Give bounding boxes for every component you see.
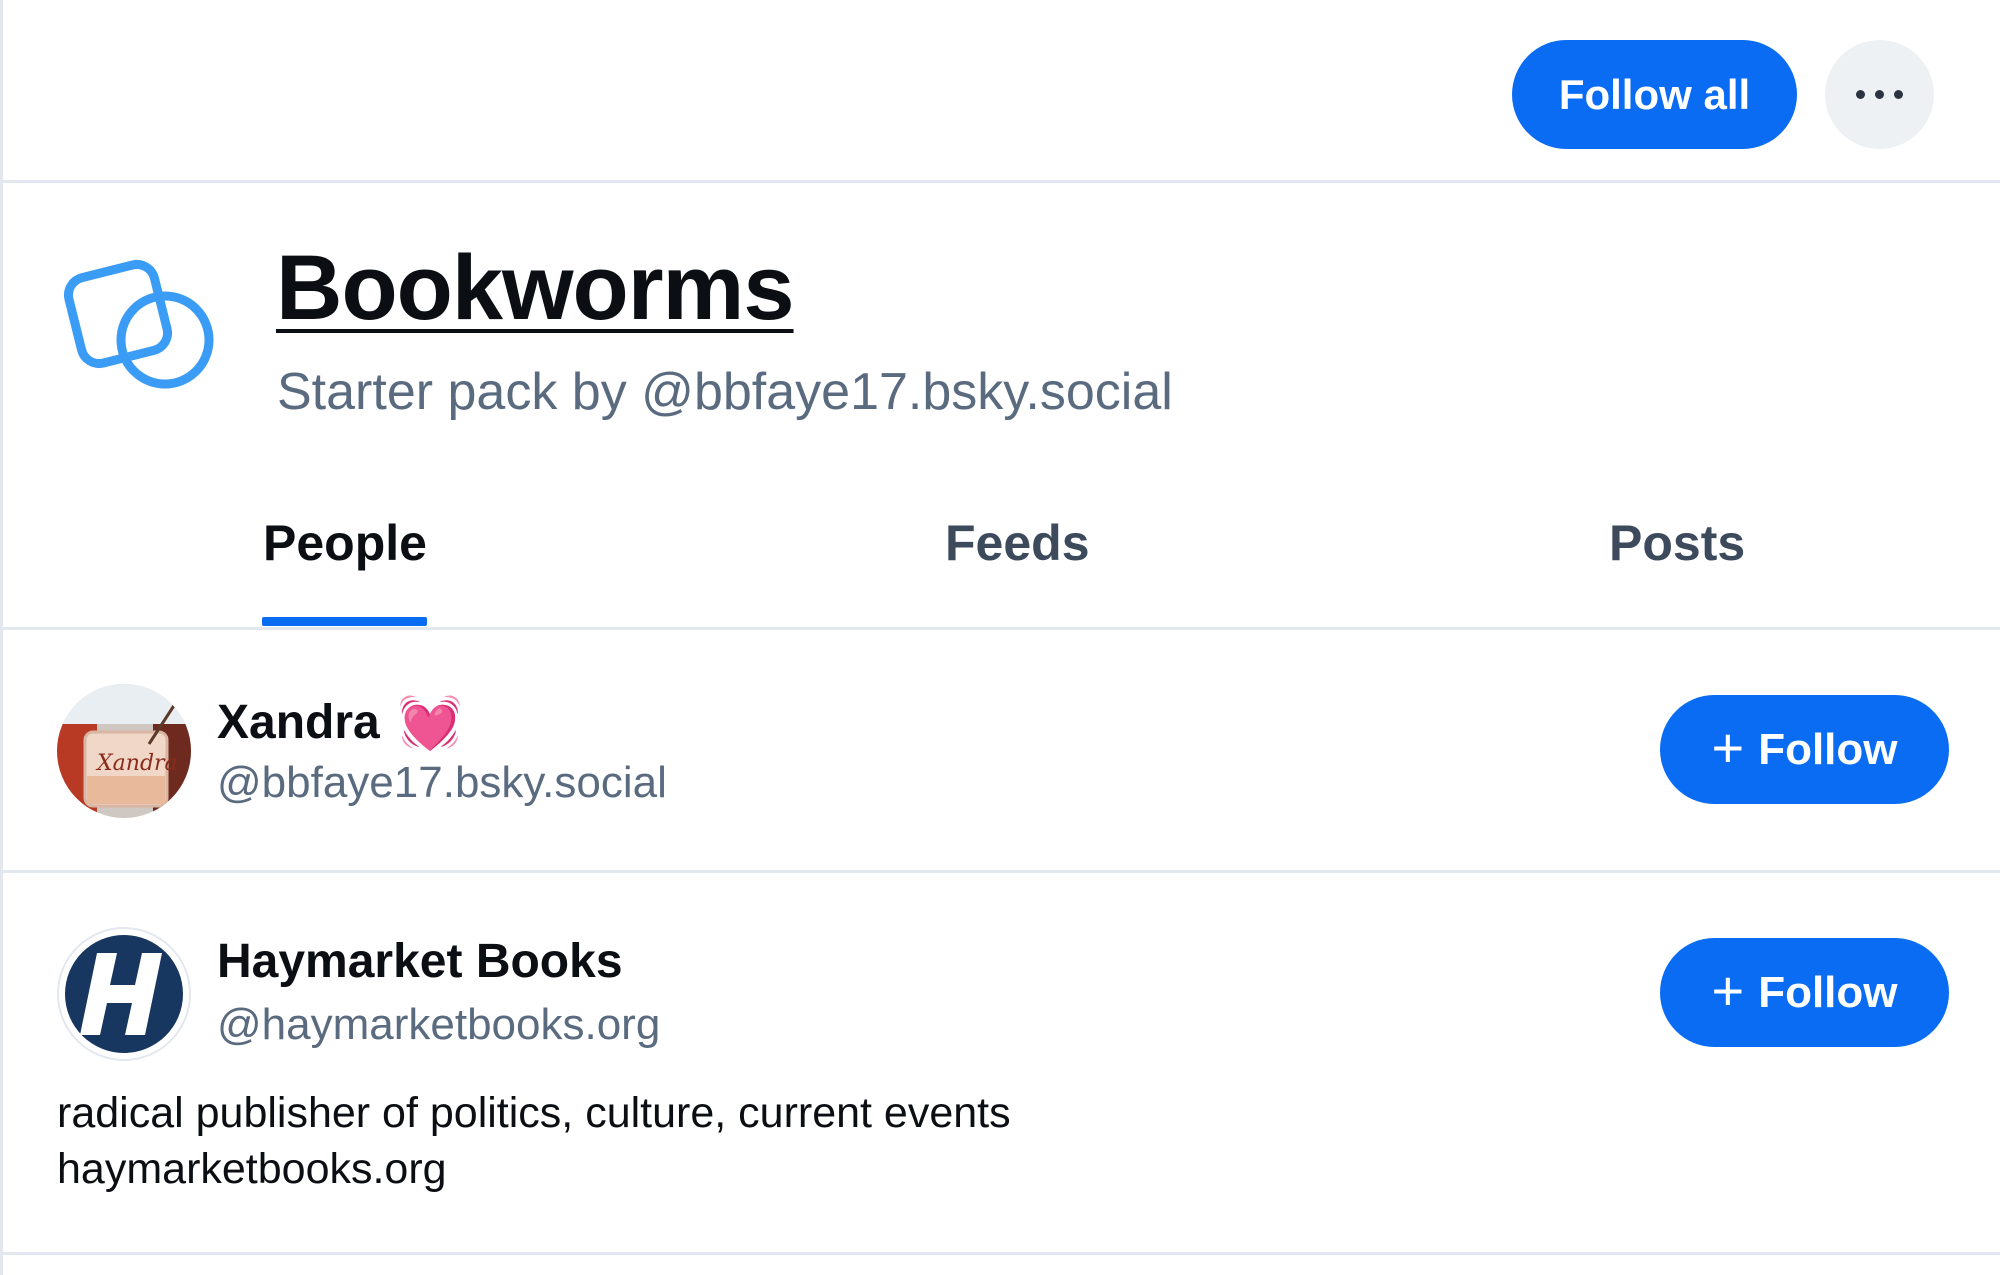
tab-people[interactable]: People xyxy=(263,514,427,572)
row-divider xyxy=(3,1252,2000,1255)
header-divider xyxy=(3,180,2000,183)
person-name-text: Haymarket Books xyxy=(217,935,623,988)
more-options-button[interactable] xyxy=(1825,40,1934,149)
left-border xyxy=(0,0,3,1275)
tabs-divider xyxy=(3,627,2000,630)
candle-photo-avatar: Xandra xyxy=(57,684,191,818)
heart-emoji-icon: 💓 xyxy=(397,694,463,752)
pack-title[interactable]: Bookworms xyxy=(276,236,795,341)
ellipsis-icon xyxy=(1851,90,1908,99)
person-handle: @haymarketbooks.org xyxy=(217,1000,661,1049)
haymarket-logo-avatar xyxy=(59,929,189,1059)
plus-icon: + xyxy=(1711,958,1745,1022)
person-name[interactable]: Xandra 💓 xyxy=(217,692,462,753)
person-handle: @bbfaye17.bsky.social xyxy=(217,758,667,807)
follow-button-xandra[interactable]: + Follow xyxy=(1660,695,1949,804)
person-name[interactable]: Haymarket Books xyxy=(217,934,623,989)
avatar-haymarket-books[interactable] xyxy=(57,927,191,1061)
starter-pack-icon xyxy=(63,259,214,389)
follow-button-haymarket-books[interactable]: + Follow xyxy=(1660,938,1949,1047)
person-bio: radical publisher of politics, culture, … xyxy=(57,1085,1011,1197)
svg-text:Xandra: Xandra xyxy=(95,751,178,776)
pack-subtitle: Starter pack by @bbfaye17.bsky.social xyxy=(277,363,1173,421)
tab-posts[interactable]: Posts xyxy=(1609,514,1745,572)
bio-line: radical publisher of politics, culture, … xyxy=(57,1089,1011,1137)
follow-label: Follow xyxy=(1758,724,1898,774)
plus-icon: + xyxy=(1711,715,1745,779)
tab-feeds[interactable]: Feeds xyxy=(945,514,1090,572)
follow-all-button[interactable]: Follow all xyxy=(1512,40,1797,149)
avatar-xandra[interactable]: Xandra xyxy=(57,684,191,818)
active-tab-indicator xyxy=(262,617,427,626)
follow-label: Follow xyxy=(1758,967,1898,1017)
row-divider xyxy=(3,870,2000,873)
bio-link[interactable]: haymarketbooks.org xyxy=(57,1141,1011,1197)
person-name-text: Xandra xyxy=(217,696,380,749)
